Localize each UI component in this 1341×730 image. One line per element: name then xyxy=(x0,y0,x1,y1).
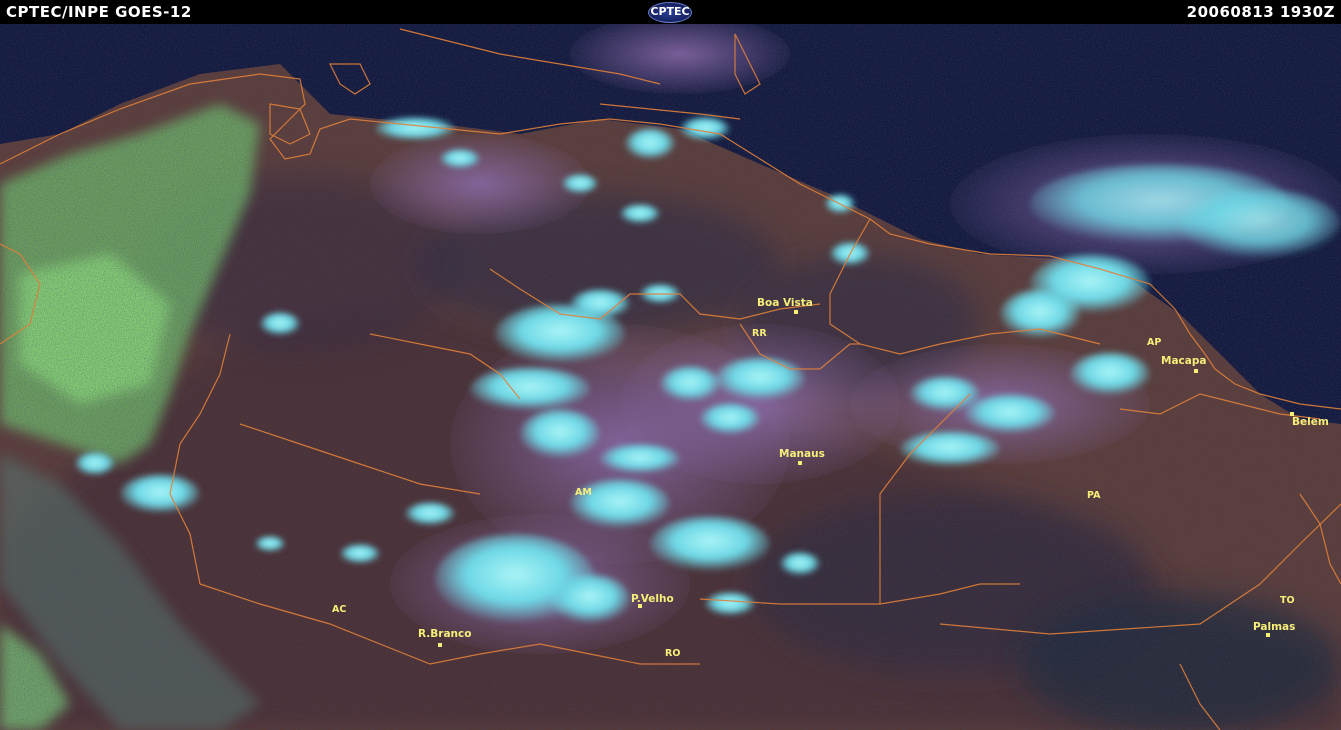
city-dot-palmas xyxy=(1266,633,1270,637)
satellite-image-viewer: CPTEC/INPE GOES-12 CPTEC 20060813 1930Z xyxy=(0,0,1341,730)
state-label-ro: RO xyxy=(665,648,680,659)
header-bar: CPTEC/INPE GOES-12 CPTEC 20060813 1930Z xyxy=(0,0,1341,24)
city-dot-r-branco xyxy=(438,643,442,647)
city-label-r-branco: R.Branco xyxy=(418,628,471,640)
city-label-belem: Belem xyxy=(1292,416,1329,428)
state-label-pa: PA xyxy=(1087,490,1101,501)
city-label-palmas: Palmas xyxy=(1253,621,1295,633)
logo-text: CPTEC xyxy=(650,5,690,18)
city-label-macapa: Macapa xyxy=(1161,355,1206,367)
state-label-am: AM xyxy=(575,487,592,498)
city-dot-macapa xyxy=(1194,369,1198,373)
state-label-ac: AC xyxy=(332,604,346,615)
satellite-title: CPTEC/INPE GOES-12 xyxy=(6,3,192,21)
cptec-logo: CPTEC xyxy=(648,2,692,23)
state-label-rr: RR xyxy=(752,328,767,339)
city-dot-boa-vista xyxy=(794,310,798,314)
timestamp: 20060813 1930Z xyxy=(1186,3,1335,21)
state-label-ap: AP xyxy=(1147,337,1161,348)
city-label-p-velho: P.Velho xyxy=(631,593,674,605)
state-label-to: TO xyxy=(1280,595,1295,606)
city-label-boa-vista: Boa Vista xyxy=(757,297,813,309)
satellite-map: RR AP AM PA AC RO TO Boa Vista Macapa Be… xyxy=(0,24,1341,730)
city-label-manaus: Manaus xyxy=(779,448,825,460)
city-dot-manaus xyxy=(798,461,802,465)
